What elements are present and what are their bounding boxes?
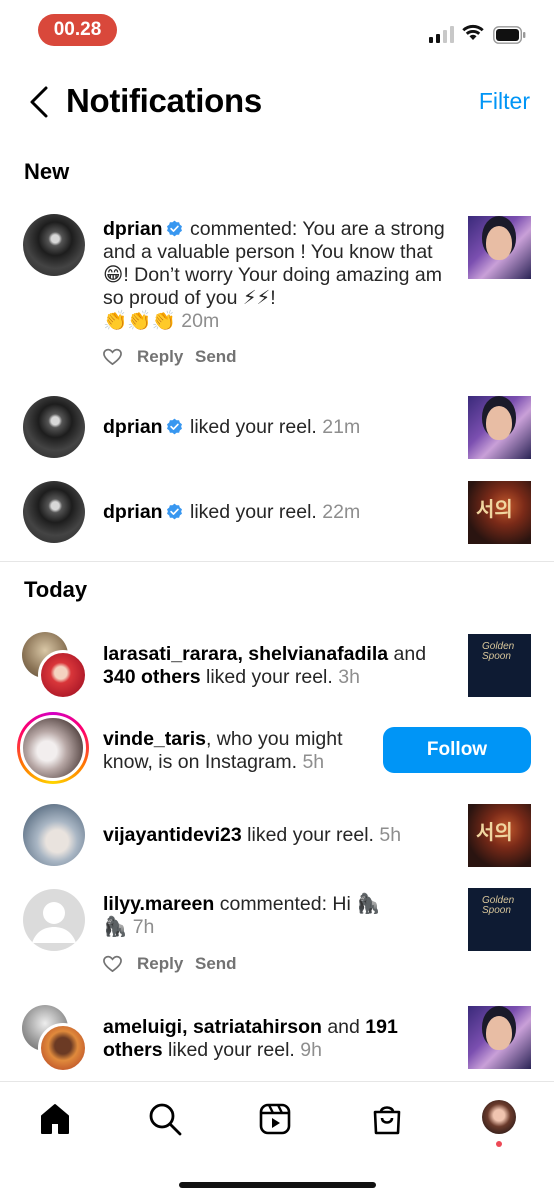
reels-icon[interactable] [258, 1102, 292, 1136]
shop-icon[interactable] [370, 1102, 404, 1136]
username[interactable]: vinde_taris [103, 728, 206, 750]
notification-text: dprian liked your reel. 21m [103, 416, 458, 439]
back-arrow-icon[interactable] [24, 84, 58, 120]
others-count[interactable]: 340 others [103, 666, 201, 688]
send-button[interactable]: Send [195, 954, 237, 974]
timestamp: 9h [300, 1039, 322, 1061]
battery-icon [493, 26, 526, 44]
reel-thumbnail[interactable]: 서의 [468, 481, 531, 544]
notification-message: liked your reel. [190, 501, 317, 523]
username[interactable]: dprian [103, 218, 163, 240]
notification-text: larasati_rarara, shelvianafadila and 340… [103, 643, 448, 689]
avatar[interactable] [23, 804, 85, 866]
verified-badge-icon [166, 220, 182, 237]
avatar[interactable] [23, 481, 85, 543]
clap-emojis: 👏👏👏 [103, 310, 176, 332]
timestamp: 5h [379, 824, 402, 846]
timestamp: 7h [132, 916, 155, 938]
notification-text: ameluigi, satriatahirson and 191 others … [103, 1016, 433, 1062]
avatar [20, 715, 86, 781]
notification-message: liked your reel. [247, 824, 374, 846]
timestamp: 20m [181, 310, 220, 332]
avatar-group[interactable] [22, 1005, 92, 1075]
reel-thumbnail[interactable] [468, 396, 531, 459]
joiner-text: and [327, 1016, 360, 1038]
wifi-icon [462, 24, 484, 40]
notification-message: liked your reel. [168, 1039, 295, 1061]
notification-message: liked your reel. [205, 666, 333, 688]
reel-thumbnail[interactable] [468, 1006, 531, 1069]
thumb-text: 서의 [476, 822, 513, 844]
profile-avatar[interactable] [482, 1100, 516, 1134]
avatar[interactable] [23, 889, 85, 951]
thumb-text: Golden Spoon [482, 641, 515, 662]
section-title-new: New [24, 159, 70, 184]
gorilla-emoji: 🦍 [103, 916, 128, 938]
timestamp: 5h [302, 751, 325, 773]
usernames[interactable]: ameluigi, satriatahirson [103, 1016, 322, 1038]
section-divider [0, 561, 554, 562]
notification-text: vinde_taris, who you might know, is on I… [103, 728, 378, 774]
notification-text: dprian commented: You are a strong and a… [103, 218, 458, 333]
reel-thumbnail[interactable]: 서의 [468, 804, 531, 867]
username[interactable]: dprian [103, 501, 163, 523]
home-icon[interactable] [38, 1102, 72, 1136]
reel-thumbnail[interactable]: Golden Spoon [468, 888, 531, 951]
status-time: 00.28 [38, 14, 117, 46]
reel-thumbnail[interactable]: Golden Spoon [468, 634, 531, 697]
notification-text: dprian liked your reel. 22m [103, 501, 458, 524]
username[interactable]: vijayantidevi23 [103, 824, 242, 846]
timestamp: 3h [338, 666, 360, 688]
notification-dot [496, 1141, 502, 1147]
avatar-group[interactable] [22, 632, 92, 702]
filter-button[interactable]: Filter [479, 88, 530, 115]
notification-text: vijayantidevi23 liked your reel. 5h [103, 824, 458, 847]
timestamp: 21m [322, 416, 361, 438]
thumb-text: 서의 [476, 499, 513, 521]
send-button[interactable]: Send [195, 347, 237, 367]
comment-text: commented: Hi 🦍 [219, 893, 381, 915]
timestamp: 22m [322, 501, 361, 523]
search-icon[interactable] [148, 1102, 182, 1136]
heart-icon[interactable] [103, 348, 122, 366]
avatar [38, 1023, 88, 1073]
avatar[interactable] [23, 214, 85, 276]
notification-message: liked your reel. [190, 416, 317, 438]
notification-text: lilyy.mareen commented: Hi 🦍 🦍 7h [103, 893, 403, 939]
avatar [38, 650, 88, 700]
joiner-text: and [393, 643, 427, 665]
status-bar: 00.28 [0, 0, 554, 62]
verified-badge-icon [166, 418, 182, 435]
username[interactable]: dprian [103, 416, 163, 438]
verified-badge-icon [166, 503, 182, 520]
story-ring[interactable] [17, 712, 89, 784]
page-title: Notifications [66, 82, 262, 119]
usernames[interactable]: larasati_rarara, shelvianafadila [103, 643, 388, 665]
avatar[interactable] [23, 396, 85, 458]
follow-button[interactable]: Follow [383, 727, 531, 773]
home-indicator [179, 1182, 376, 1188]
thumb-text: Golden Spoon [482, 895, 515, 916]
cellular-signal-icon [429, 25, 455, 43]
username[interactable]: lilyy.mareen [103, 893, 214, 915]
heart-icon[interactable] [103, 955, 122, 973]
reply-button[interactable]: Reply [137, 347, 183, 367]
default-avatar-icon [32, 902, 76, 943]
reply-button[interactable]: Reply [137, 954, 183, 974]
reel-thumbnail[interactable] [468, 216, 531, 279]
section-title-today: Today [24, 577, 88, 602]
header: Notifications Filter [0, 70, 554, 136]
